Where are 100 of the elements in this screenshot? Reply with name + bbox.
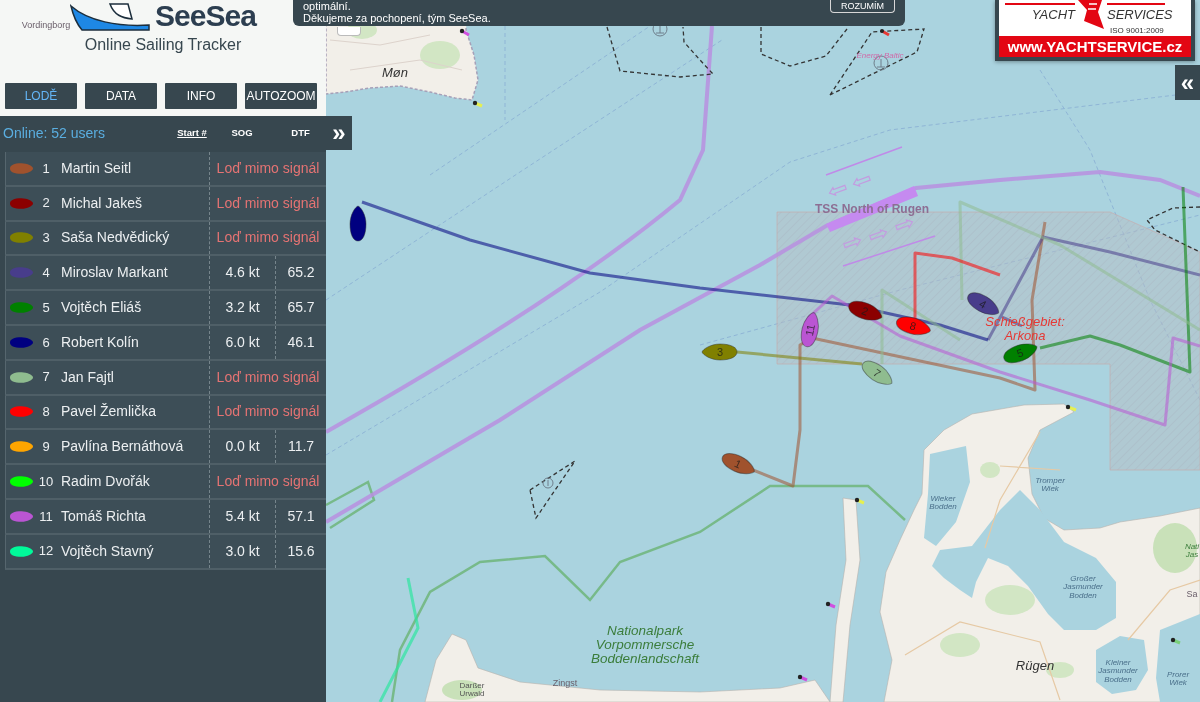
boat-row[interactable]: 4 Miroslav Markant 4.6 kt 65.2 [5, 256, 326, 292]
sponsor-word: YACHT [1031, 8, 1075, 22]
direction-arrow-icon [843, 236, 862, 249]
menu-button[interactable]: AUTOZOOM [245, 83, 317, 109]
direction-arrow-icon [895, 218, 914, 231]
notice-text: optimální. [303, 0, 352, 12]
start-number: 6 [41, 333, 51, 352]
boat-name: Pavlína Bernáthová [61, 437, 185, 457]
water-label: Großer Jasmunder Bodden [1062, 575, 1104, 601]
sponsor-word: SERVICES [1107, 8, 1173, 22]
website-link[interactable]: www.YACHTSERVICE.cz [999, 36, 1191, 57]
boat-name: Radim Dvořák [61, 472, 151, 492]
boat-marker[interactable]: 7 [861, 360, 893, 385]
start-number: 5 [41, 298, 51, 317]
status-text: Loď mimo signál [209, 152, 326, 185]
boat-row[interactable]: 7 Jan Fajtl Loď mimo signál [5, 360, 326, 396]
sponsor-banner[interactable]: YACHT SERVICES ISO 9001:2009 www.YACHTSERVICE.cz [995, 0, 1195, 61]
boat-row[interactable]: 6 Robert Kolín 6.0 kt 46.1 [5, 326, 326, 361]
online-count: Online: 52 users [3, 123, 106, 143]
boat-row[interactable]: 8 Pavel Žemlička Loď mimo signál [5, 395, 326, 431]
park-label: Nati Jas [1184, 542, 1200, 560]
brand-name: SeeSea [155, 1, 256, 31]
boat-name: Saša Nedvědický [61, 228, 171, 248]
boat-name: Vojtěch Eliáš [61, 298, 143, 318]
water-label: Tromper Wiek [1034, 476, 1066, 494]
map-panel-toggle[interactable]: « [1175, 65, 1200, 100]
column-header: DTF [290, 125, 311, 140]
distance-value: 57.1 [275, 499, 326, 533]
confirm-button[interactable]: ROZUMÍM [830, 0, 895, 13]
certificate-text: ISO 9001:2009 [1110, 26, 1164, 35]
start-number: 7 [41, 368, 51, 387]
town-label: Zingst [552, 679, 578, 689]
distance-value: 65.7 [275, 291, 326, 324]
town-label: Sa [1186, 590, 1198, 600]
column-header: SOG [230, 125, 254, 140]
direction-arrow-icon [852, 175, 871, 188]
start-number: 4 [41, 264, 51, 283]
park-boundary [325, 480, 376, 530]
menu-button[interactable]: DATA [85, 83, 157, 109]
boat-marker[interactable]: 8 [895, 316, 931, 336]
boat-name: Martin Seitl [61, 158, 133, 178]
boat-name: Robert Kolín [61, 332, 140, 352]
start-number: 3 [41, 229, 51, 248]
direction-arrow-icon [869, 228, 888, 241]
boat-row[interactable]: 3 Saša Nedvědický Loď mimo signál [5, 221, 326, 257]
island-label: Rügen [1015, 659, 1055, 673]
light-marker-icon [1170, 637, 1181, 645]
water-label: Prorer Wiek [1165, 670, 1191, 688]
boat-name: Jan Fajtl [61, 367, 115, 387]
status-text: Loď mimo signál [209, 186, 326, 220]
boat-row[interactable]: 9 Pavlína Bernáthová 0.0 kt 11.7 [5, 430, 326, 466]
direction-arrow-icon [828, 184, 847, 197]
start-number: 1 [41, 159, 51, 178]
speed-value: 6.0 kt [209, 326, 275, 359]
boat-name: Tomáš Richta [61, 506, 147, 526]
boat-row[interactable]: 11 Tomáš Richta 5.4 kt 57.1 [5, 499, 326, 535]
water-label: Wieker Bodden [928, 494, 958, 512]
light-marker-icon [1065, 404, 1077, 412]
start-number: 12 [37, 542, 55, 561]
speed-value: 5.4 kt [209, 499, 275, 533]
distance-value: 15.6 [275, 534, 326, 568]
light-marker-icon [472, 100, 483, 108]
start-number: 8 [41, 403, 51, 422]
park-label: Nationalpark Vorpommersche Boddenlandschaft [589, 623, 701, 667]
sort-link[interactable]: Start # [175, 125, 209, 141]
dashed-boundary [529, 460, 576, 520]
menu-button[interactable]: INFO [165, 83, 237, 109]
boat-row[interactable]: 2 Michal Jakeš Loď mimo signál [5, 186, 326, 222]
boat-row[interactable]: 1 Martin Seitl Loď mimo signál [5, 152, 326, 187]
dashed-boundary [1145, 206, 1200, 253]
start-number: 11 [38, 507, 54, 526]
boat-logo-icon [70, 3, 151, 31]
area-label: Darßer Urwald [458, 681, 486, 699]
light-marker-icon [797, 674, 808, 682]
start-number: 9 [41, 438, 51, 456]
speed-value: 3.2 kt [209, 291, 275, 324]
town-label: Vordingborg [21, 21, 71, 31]
speed-value: 3.0 kt [209, 534, 275, 568]
menu-button[interactable]: LODĚ [5, 83, 77, 109]
area-label: Energy Baltic [856, 51, 904, 61]
water-label: Kleiner Jasmunder Bodden [1097, 659, 1139, 685]
distance-value: 11.7 [275, 430, 326, 464]
island-label: Møn [382, 66, 408, 80]
speed-value: 4.6 kt [209, 256, 275, 290]
light-marker-icon [854, 497, 865, 505]
panel-toggle[interactable]: » [326, 116, 352, 150]
brand-tagline: Online Sailing Tracker [83, 35, 243, 55]
boat-marker[interactable] [349, 205, 367, 242]
circle-symbol-icon [542, 477, 554, 489]
sail-logo-icon [1075, 0, 1105, 30]
distance-value: 46.1 [275, 326, 326, 359]
boat-row[interactable]: 5 Vojtěch Eliáš 3.2 kt 65.7 [5, 291, 326, 326]
notice-text: Děkujeme za pochopení, tým SeeSea. [303, 12, 491, 24]
boat-row[interactable]: 10 Radim Dvořák Loď mimo signál [5, 465, 326, 500]
status-text: Loď mimo signál [209, 360, 326, 394]
boat-name: Miroslav Markant [61, 263, 169, 283]
boat-row[interactable]: 12 Vojtěch Stavný 3.0 kt 15.6 [5, 534, 326, 570]
status-text: Loď mimo signál [209, 221, 326, 255]
distance-value: 65.2 [275, 256, 326, 290]
boat-name: Michal Jakeš [61, 193, 143, 213]
